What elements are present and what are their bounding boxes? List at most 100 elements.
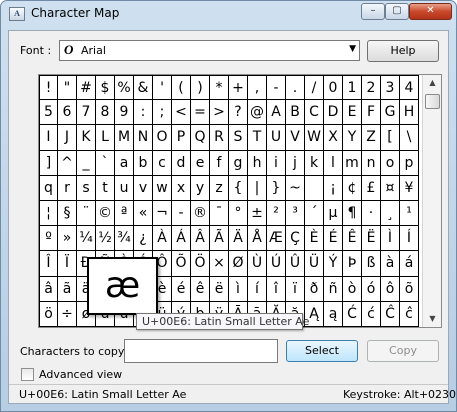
character-cell[interactable]: õ bbox=[400, 276, 419, 302]
scroll-up-icon[interactable]: ▲ bbox=[423, 75, 442, 91]
character-cell[interactable]: · bbox=[362, 200, 381, 227]
character-cell[interactable]: ¼ bbox=[77, 226, 96, 252]
character-cell[interactable]: « bbox=[134, 200, 153, 227]
character-cell[interactable]: ¦ bbox=[39, 200, 58, 227]
character-cell[interactable]: C bbox=[305, 100, 324, 126]
character-cell[interactable]: c bbox=[153, 150, 172, 176]
character-cell[interactable]: 2 bbox=[362, 75, 381, 101]
character-cell[interactable]: Z bbox=[362, 125, 381, 151]
character-cell[interactable]: w bbox=[153, 175, 172, 201]
character-cell[interactable]: Õ bbox=[172, 251, 191, 277]
character-cell[interactable]: Þ bbox=[343, 251, 362, 277]
character-cell[interactable]: b bbox=[134, 150, 153, 176]
character-cell[interactable]: 9 bbox=[115, 100, 134, 126]
chevron-down-icon[interactable]: ▼ bbox=[349, 44, 356, 54]
scroll-thumb[interactable] bbox=[425, 94, 440, 109]
character-cell[interactable]: T bbox=[248, 125, 267, 151]
character-cell[interactable]: k bbox=[305, 150, 324, 176]
character-cell[interactable]: ³ bbox=[286, 200, 305, 227]
character-cell[interactable]: ö bbox=[39, 301, 58, 327]
character-cell[interactable]: z bbox=[210, 175, 229, 201]
character-cell[interactable]: u bbox=[115, 175, 134, 201]
character-cell[interactable]: ë bbox=[210, 276, 229, 302]
character-cell[interactable]: m bbox=[343, 150, 362, 176]
font-dropdown[interactable]: O Arial ▼ bbox=[59, 40, 360, 61]
character-cell[interactable]: ï bbox=[286, 276, 305, 302]
character-cell[interactable]: â bbox=[39, 276, 58, 302]
character-cell[interactable]: 0 bbox=[324, 75, 343, 101]
character-cell[interactable]: O bbox=[153, 125, 172, 151]
character-cell[interactable]: Û bbox=[286, 251, 305, 277]
character-cell[interactable]: " bbox=[58, 75, 77, 101]
character-cell[interactable]: f bbox=[210, 150, 229, 176]
character-cell[interactable]: Ç bbox=[286, 226, 305, 252]
character-cell[interactable]: © bbox=[96, 200, 115, 227]
character-cell[interactable]: Ú bbox=[267, 251, 286, 277]
help-button[interactable]: Help bbox=[367, 40, 439, 62]
character-cell[interactable]: : bbox=[134, 100, 153, 126]
character-cell[interactable]: t bbox=[96, 175, 115, 201]
character-cell[interactable]: ¨ bbox=[77, 200, 96, 227]
character-cell[interactable]: R bbox=[210, 125, 229, 151]
copy-button[interactable]: Copy bbox=[367, 340, 439, 362]
character-cell[interactable]: - bbox=[172, 200, 191, 227]
character-cell[interactable]: A bbox=[267, 100, 286, 126]
character-cell[interactable]: < bbox=[172, 100, 191, 126]
character-cell[interactable]: ' bbox=[153, 75, 172, 101]
character-cell[interactable]: , bbox=[248, 75, 267, 101]
character-cell[interactable]: ò bbox=[343, 276, 362, 302]
characters-to-copy-input[interactable] bbox=[124, 339, 278, 363]
character-cell[interactable]: h bbox=[248, 150, 267, 176]
character-cell[interactable]: ô bbox=[381, 276, 400, 302]
character-cell[interactable]: H bbox=[400, 100, 419, 126]
character-cell[interactable]: á bbox=[400, 251, 419, 277]
character-cell[interactable]: ~ bbox=[286, 175, 305, 201]
character-cell[interactable]: a bbox=[115, 150, 134, 176]
character-cell[interactable]: ê bbox=[191, 276, 210, 302]
character-cell[interactable]: ¤ bbox=[381, 175, 400, 201]
character-cell[interactable]: & bbox=[134, 75, 153, 101]
character-cell[interactable]: î bbox=[267, 276, 286, 302]
character-cell[interactable]: Ä bbox=[229, 226, 248, 252]
character-cell[interactable]: Ĉ bbox=[381, 301, 400, 327]
character-cell[interactable]: ß bbox=[362, 251, 381, 277]
character-cell[interactable]: Ê bbox=[343, 226, 362, 252]
character-cell[interactable]: ? bbox=[229, 100, 248, 126]
character-cell[interactable]: Ć bbox=[343, 301, 362, 327]
character-cell[interactable]: Ù bbox=[248, 251, 267, 277]
character-cell[interactable]: V bbox=[286, 125, 305, 151]
character-cell[interactable]: ] bbox=[39, 150, 58, 176]
character-cell[interactable] bbox=[305, 175, 324, 201]
character-cell[interactable]: s bbox=[77, 175, 96, 201]
character-cell[interactable]: Ø bbox=[229, 251, 248, 277]
character-cell[interactable]: À bbox=[153, 226, 172, 252]
character-cell[interactable]: í bbox=[248, 276, 267, 302]
character-cell[interactable]: 5 bbox=[39, 100, 58, 126]
character-cell[interactable]: ñ bbox=[324, 276, 343, 302]
character-cell[interactable]: / bbox=[305, 75, 324, 101]
character-cell[interactable]: º bbox=[39, 226, 58, 252]
character-cell[interactable]: ó bbox=[362, 276, 381, 302]
character-cell[interactable]: ¶ bbox=[343, 200, 362, 227]
advanced-view-label[interactable]: Advanced view bbox=[39, 368, 122, 381]
character-cell[interactable]: ð bbox=[305, 276, 324, 302]
character-cell[interactable]: Ã bbox=[210, 226, 229, 252]
character-cell[interactable]: _ bbox=[77, 150, 96, 176]
character-cell[interactable]: - bbox=[267, 75, 286, 101]
character-cell[interactable]: } bbox=[267, 175, 286, 201]
character-cell[interactable]: ą bbox=[324, 301, 343, 327]
character-cell[interactable]: Q bbox=[191, 125, 210, 151]
character-cell[interactable]: M bbox=[115, 125, 134, 151]
character-cell[interactable]: v bbox=[134, 175, 153, 201]
character-cell[interactable]: ¯ bbox=[210, 200, 229, 227]
character-cell[interactable]: F bbox=[362, 100, 381, 126]
character-cell[interactable]: Á bbox=[172, 226, 191, 252]
title-bar[interactable]: A Character Map – ▢ ✕ bbox=[1, 1, 456, 27]
character-cell[interactable]: É bbox=[324, 226, 343, 252]
character-cell[interactable]: Ï bbox=[58, 251, 77, 277]
character-cell[interactable]: ì bbox=[229, 276, 248, 302]
character-cell[interactable]: µ bbox=[324, 200, 343, 227]
character-cell[interactable]: | bbox=[248, 175, 267, 201]
character-cell[interactable]: N bbox=[134, 125, 153, 151]
character-cell[interactable]: ( bbox=[172, 75, 191, 101]
